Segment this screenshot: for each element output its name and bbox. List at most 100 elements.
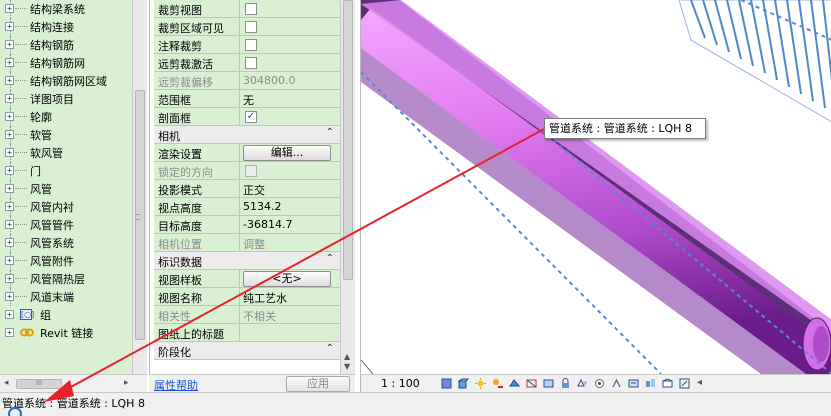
property-row[interactable]: 剖面框 ✓ (154, 108, 340, 126)
tree-item[interactable]: + 风管附件 (0, 252, 132, 270)
view-bar-scroll-left-icon[interactable]: ◂ (697, 377, 702, 388)
expand-icon[interactable]: + (5, 328, 14, 337)
apply-button[interactable]: 应用 (286, 376, 350, 392)
show-crop-region-icon[interactable] (543, 378, 554, 389)
property-value[interactable]: 无 (243, 92, 254, 108)
tree-item[interactable]: + 风管隔热层 (0, 270, 132, 288)
property-checkbox[interactable] (245, 39, 257, 51)
property-button[interactable]: 编辑... (243, 145, 331, 161)
tree-item[interactable]: + 风管 (0, 180, 132, 198)
expand-icon[interactable]: + (5, 292, 14, 301)
tree-item[interactable]: + 结构连接 (0, 18, 132, 36)
property-button[interactable]: <无> (243, 271, 331, 287)
tree-item[interactable]: + 门 (0, 162, 132, 180)
property-category-identity-data[interactable]: 标识数据 ⌃ (154, 252, 340, 270)
property-row[interactable]: 目标高度 -36814.7 (154, 216, 340, 234)
tree-item[interactable]: + 风管内衬 (0, 198, 132, 216)
property-value[interactable]: 正交 (243, 182, 265, 198)
property-value[interactable]: 5134.2 (243, 200, 282, 213)
expand-icon[interactable]: + (5, 238, 14, 247)
scroll-up-arrow-icon[interactable]: ▲ (344, 352, 350, 361)
scroll-thumb[interactable]: III (16, 379, 62, 389)
property-row[interactable]: 远剪裁激活 (154, 54, 340, 72)
tree-item[interactable]: + 详图项目 (0, 90, 132, 108)
expand-icon[interactable]: + (5, 184, 14, 193)
scroll-down-arrow-icon[interactable]: ▼ (344, 362, 350, 371)
tree-item[interactable]: + 风道末端 (0, 288, 132, 306)
property-row[interactable]: 视图样板 <无> (154, 270, 340, 288)
tree-item[interactable]: + 软管 (0, 126, 132, 144)
property-checkbox[interactable] (245, 3, 257, 15)
view-scale[interactable]: 1 : 100 (381, 377, 420, 390)
expand-icon[interactable]: + (5, 94, 14, 103)
property-row[interactable]: 视图名称 纯工艺水 (154, 288, 340, 306)
tree-item-groups[interactable]: + [○] 组 (0, 306, 132, 324)
tree-item[interactable]: + 结构钢筋网 (0, 54, 132, 72)
scroll-right-arrow-icon[interactable]: ▸ (124, 378, 129, 388)
visual-style-icon[interactable] (458, 378, 469, 389)
property-value[interactable]: 纯工艺水 (243, 290, 287, 306)
highlight-displacement-icon[interactable] (645, 378, 656, 389)
project-browser-tree[interactable]: + 结构梁系统 + 结构连接 + 结构钢筋 + 结构钢筋网 + 结构钢筋网区域 + 详图项目 + 轮廓 + 软… (0, 0, 147, 374)
expand-icon[interactable]: + (5, 310, 14, 319)
render-icon[interactable] (509, 378, 520, 389)
reveal-hidden-icon[interactable] (594, 378, 605, 389)
project-browser-vertical-scrollbar[interactable] (132, 0, 147, 374)
property-category-phasing[interactable]: 阶段化 ⌃ (154, 342, 340, 360)
temporary-hide-icon[interactable] (577, 378, 588, 389)
lock-3d-view-icon[interactable] (560, 378, 571, 389)
property-row: 相关性 不相关 (154, 306, 340, 324)
expand-icon[interactable]: + (5, 256, 14, 265)
3d-view-canvas[interactable] (360, 0, 831, 374)
tree-item[interactable]: + 软风管 (0, 144, 132, 162)
tree-item[interactable]: + 结构梁系统 (0, 0, 132, 18)
property-value[interactable]: -36814.7 (243, 218, 292, 231)
property-row[interactable]: 范围框 无 (154, 90, 340, 108)
project-browser-horizontal-scrollbar[interactable]: ◂ III ▸ (0, 374, 147, 392)
collapse-chevron-icon[interactable]: ⌃ (326, 127, 334, 138)
property-checkbox[interactable] (245, 21, 257, 33)
expand-icon[interactable]: + (5, 40, 14, 49)
shadows-icon[interactable] (492, 378, 503, 389)
detail-level-icon[interactable] (441, 378, 452, 389)
property-row[interactable]: 注释裁剪 (154, 36, 340, 54)
property-row[interactable]: 图纸上的标题 (154, 324, 340, 342)
expand-icon[interactable]: + (5, 4, 14, 13)
tree-item[interactable]: + 风管管件 (0, 216, 132, 234)
properties-help-link[interactable]: 属性帮助 (154, 377, 198, 393)
collapse-chevron-icon[interactable]: ⌃ (326, 253, 334, 264)
expand-icon[interactable]: + (5, 220, 14, 229)
tree-item[interactable]: + 轮廓 (0, 108, 132, 126)
property-row[interactable]: 视点高度 5134.2 (154, 198, 340, 216)
expand-icon[interactable]: + (5, 166, 14, 175)
properties-scroll-thumb[interactable] (343, 0, 353, 280)
scroll-left-arrow-icon[interactable]: ◂ (4, 378, 9, 388)
properties-scrollbar[interactable]: ▲ ▼ (340, 0, 355, 374)
tree-item[interactable]: + 风管系统 (0, 234, 132, 252)
reveal-constraints-icon[interactable] (662, 378, 673, 389)
property-row[interactable]: 裁剪区域可见 (154, 18, 340, 36)
collapse-chevron-icon[interactable]: ⌃ (326, 343, 334, 354)
property-category-camera[interactable]: 相机 ⌃ (154, 126, 340, 144)
view-extents-icon[interactable] (679, 378, 690, 389)
expand-icon[interactable]: + (5, 130, 14, 139)
tree-item[interactable]: + 结构钢筋 (0, 36, 132, 54)
property-row[interactable]: 裁剪视图 (154, 0, 340, 18)
tree-item[interactable]: + 结构钢筋网区域 (0, 72, 132, 90)
expand-icon[interactable]: + (5, 22, 14, 31)
analytical-model-icon[interactable] (628, 378, 639, 389)
crop-view-icon[interactable] (526, 378, 537, 389)
property-row[interactable]: 投影模式 正交 (154, 180, 340, 198)
property-checkbox[interactable] (245, 57, 257, 69)
expand-icon[interactable]: + (5, 58, 14, 67)
tree-item-revit-links[interactable]: + Revit 链接 (0, 324, 132, 342)
property-checkbox[interactable]: ✓ (245, 111, 257, 123)
sun-path-icon[interactable] (475, 378, 486, 389)
expand-icon[interactable]: + (5, 76, 14, 85)
expand-icon[interactable]: + (5, 112, 14, 121)
expand-icon[interactable]: + (5, 148, 14, 157)
expand-icon[interactable]: + (5, 202, 14, 211)
worksharing-icon[interactable] (611, 378, 622, 389)
expand-icon[interactable]: + (5, 274, 14, 283)
property-row[interactable]: 渲染设置 编辑... (154, 144, 340, 162)
